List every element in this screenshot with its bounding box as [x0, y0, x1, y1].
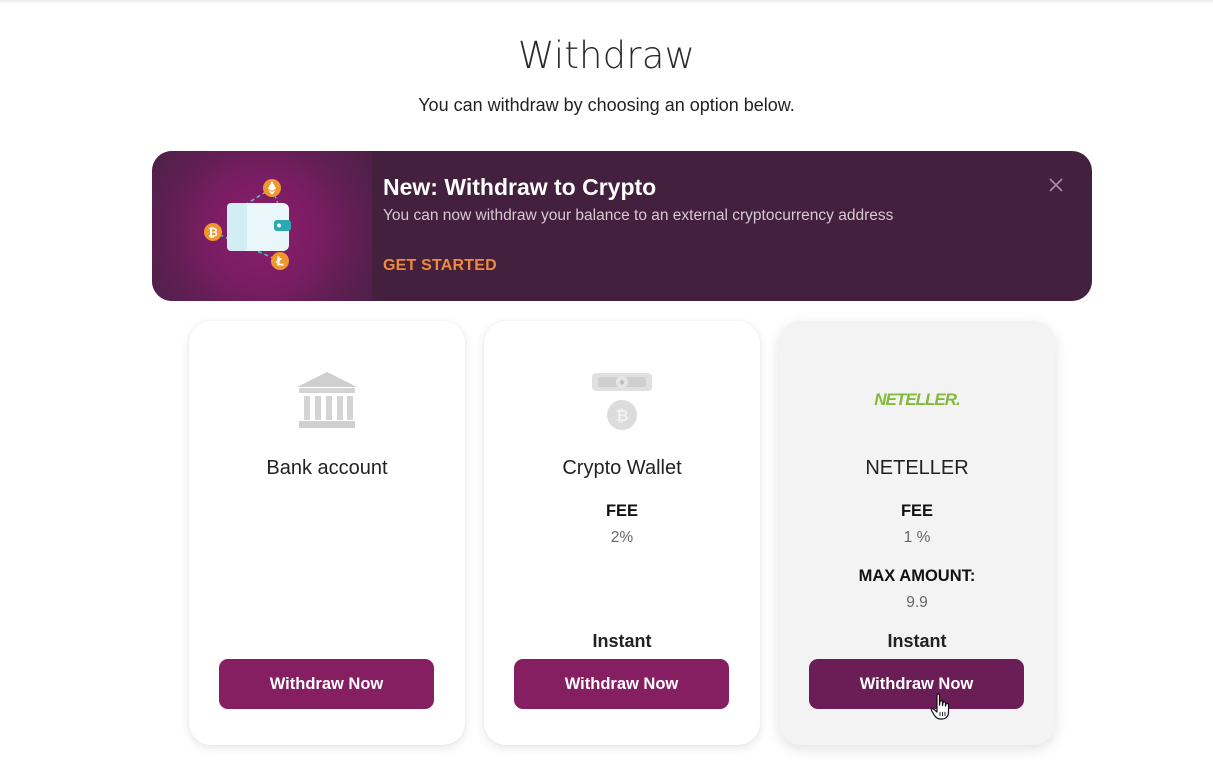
neteller-logo: NETELLER.: [874, 390, 960, 409]
fee-value: 2%: [610, 529, 634, 546]
page-title: Withdraw: [517, 34, 696, 77]
banner-text: You can now withdraw your balance to an …: [383, 207, 894, 224]
bitcoin-coin-icon: ₿: [204, 223, 222, 241]
bank-account-card[interactable]: Bank account Withdraw Now: [189, 321, 465, 745]
hand-cursor-icon: [930, 693, 950, 720]
top-divider: [0, 0, 1213, 4]
svg-text:₿: ₿: [208, 226, 218, 240]
ethereum-coin-icon: [263, 179, 281, 197]
card-icon-wrap: NETELLER.: [779, 365, 1055, 435]
fee-value: 1 %: [903, 529, 931, 546]
neteller-card[interactable]: NETELLER. NETELLER FEE 1 % MAX AMOUNT: 9…: [779, 321, 1055, 745]
bank-icon: [297, 372, 357, 428]
processing-speed: Instant: [592, 631, 652, 651]
withdraw-now-button[interactable]: Withdraw Now: [809, 659, 1024, 709]
wallet-icon: ₿ Ł: [204, 179, 291, 270]
card-icon-wrap: [189, 365, 465, 435]
withdraw-now-button[interactable]: Withdraw Now: [219, 659, 434, 709]
fee-label: FEE: [900, 502, 934, 520]
crypto-wallet-icon: ♦ ₿: [592, 373, 652, 430]
svg-text:Ł: Ł: [275, 255, 284, 269]
get-started-link[interactable]: GET STARTED: [383, 257, 497, 275]
fee-label: FEE: [605, 502, 639, 520]
card-name: Crypto Wallet: [562, 457, 682, 479]
max-amount-label: MAX AMOUNT:: [858, 567, 976, 585]
card-name: Bank account: [266, 457, 388, 479]
crypto-promo-banner: ₿ Ł New: Withdraw to Crypto You can now …: [152, 151, 1092, 301]
page-subtitle: You can withdraw by choosing an option b…: [418, 95, 795, 115]
close-icon[interactable]: [1046, 175, 1066, 195]
withdraw-now-button[interactable]: Withdraw Now: [514, 659, 729, 709]
litecoin-coin-icon: Ł: [271, 252, 289, 270]
card-icon-wrap: ♦ ₿: [484, 365, 760, 435]
svg-text:♦: ♦: [618, 379, 626, 389]
svg-text:₿: ₿: [615, 406, 628, 425]
banner-title: New: Withdraw to Crypto: [383, 174, 657, 200]
max-amount-value: 9.9: [906, 594, 928, 611]
crypto-wallet-card[interactable]: ♦ ₿ Crypto Wallet FEE 2% Instant Withdra…: [484, 321, 760, 745]
processing-speed: Instant: [887, 631, 947, 651]
card-name: NETELLER: [865, 457, 969, 479]
